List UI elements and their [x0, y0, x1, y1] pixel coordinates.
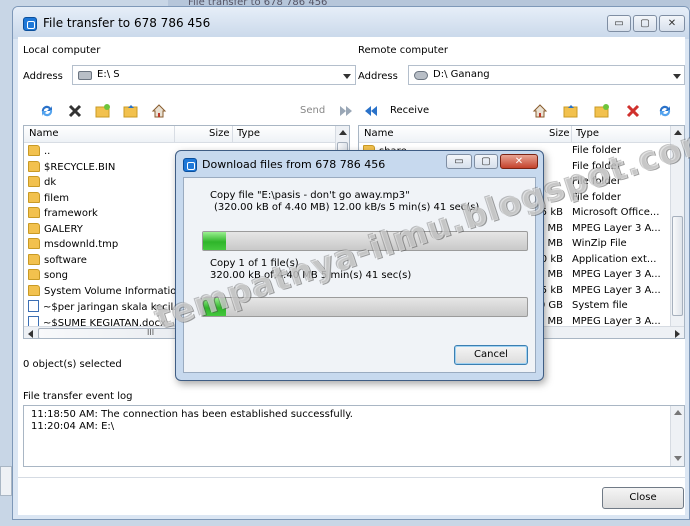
remote-col-name[interactable]: Name — [364, 128, 394, 139]
local-col-size[interactable]: Size — [209, 128, 230, 139]
local-computer-header: Local computer — [23, 45, 101, 56]
folder-icon — [28, 207, 40, 218]
file-name: framework — [44, 208, 98, 219]
file-type: MPEG Layer 3 A... — [572, 315, 661, 327]
send-label[interactable]: Send — [300, 105, 325, 116]
copy-file-text: Copy file "E:\pasis - don't go away.mp3" — [210, 190, 410, 201]
remote-address-combo[interactable]: D:\ Ganang — [408, 65, 685, 85]
scroll-up-icon[interactable] — [339, 130, 347, 135]
file-type: WinZip File — [572, 238, 627, 249]
file-type: System file — [572, 300, 628, 311]
scroll-left-icon[interactable] — [28, 330, 33, 338]
folder-icon — [28, 253, 40, 265]
refresh-icon[interactable] — [657, 103, 673, 119]
folder-icon — [28, 269, 40, 280]
log-scrollbar[interactable] — [670, 406, 684, 466]
dialog-title: Download files from 678 786 456 — [202, 158, 386, 171]
refresh-icon[interactable] — [39, 103, 55, 119]
folder-icon — [28, 191, 40, 203]
new-folder-icon[interactable] — [594, 103, 610, 119]
local-status: 0 object(s) selected — [23, 359, 122, 370]
scroll-down-icon[interactable] — [674, 456, 682, 461]
file-name: GALERY — [44, 223, 83, 235]
local-address-value: E:\ S — [97, 69, 120, 80]
teamviewer-icon — [23, 17, 37, 31]
folder-icon — [28, 222, 40, 234]
remote-column-header: Name Size Type — [359, 126, 670, 143]
network-drive-icon — [414, 71, 428, 80]
event-log-pane[interactable]: 11:18:50 AM: The connection has been est… — [23, 405, 685, 467]
chevron-down-icon[interactable] — [673, 74, 681, 79]
divider — [18, 477, 685, 478]
folder-icon — [28, 238, 40, 249]
drive-icon — [78, 71, 92, 80]
delete-icon[interactable] — [67, 103, 83, 119]
window-title: File transfer to 678 786 456 — [43, 16, 211, 30]
file-name: $RECYCLE.BIN — [44, 161, 116, 173]
remote-col-type[interactable]: Type — [576, 128, 599, 139]
dialog-minimize-button[interactable]: ▭ — [446, 154, 472, 169]
scroll-up-icon[interactable] — [674, 410, 682, 415]
file-name: dk — [44, 177, 57, 188]
file-type: Application ext... — [572, 253, 657, 265]
scroll-grip: III — [147, 328, 155, 337]
background-window-edge — [0, 466, 12, 496]
file-name: filem — [44, 192, 69, 204]
local-address-label: Address — [23, 71, 63, 82]
dialog-maximize-button[interactable]: ▢ — [474, 154, 498, 169]
teamviewer-icon — [183, 158, 197, 172]
file-name: .. — [44, 146, 51, 157]
folder-icon — [28, 160, 40, 172]
log-line: 11:20:04 AM: E:\ — [31, 421, 115, 432]
remote-address-label: Address — [358, 71, 398, 82]
close-button[interactable]: Close — [602, 487, 684, 509]
send-arrow-icon[interactable] — [339, 105, 353, 117]
chevron-down-icon[interactable] — [343, 74, 351, 79]
new-folder-icon[interactable] — [95, 103, 111, 119]
receive-label[interactable]: Receive — [390, 105, 429, 116]
event-log-header: File transfer event log — [23, 391, 133, 402]
event-log-lines: 11:18:50 AM: The connection has been est… — [31, 409, 353, 433]
folder-up-icon[interactable] — [123, 103, 139, 119]
file-progress-fill — [203, 232, 226, 250]
title-bar: File transfer to 678 786 456 ▭ ▢ ✕ — [13, 7, 689, 39]
remote-scroll-thumb[interactable] — [672, 216, 683, 316]
file-name: software — [44, 254, 87, 266]
remote-address-value: D:\ Ganang — [433, 69, 490, 80]
folder-up-icon[interactable] — [563, 103, 579, 119]
minimize-button[interactable]: ▭ — [607, 15, 631, 32]
log-line: 11:18:50 AM: The connection has been est… — [31, 409, 353, 420]
receive-arrow-icon[interactable] — [364, 105, 378, 117]
folder-icon — [28, 176, 40, 187]
local-col-name[interactable]: Name — [29, 128, 59, 139]
scroll-right-icon[interactable] — [675, 330, 680, 338]
file-type: Microsoft Office... — [572, 207, 660, 218]
local-address-combo[interactable]: E:\ S — [72, 65, 356, 85]
file-type: MPEG Layer 3 A... — [572, 284, 661, 296]
folder-icon — [28, 284, 40, 296]
cancel-button[interactable]: Cancel — [454, 345, 528, 365]
maximize-button[interactable]: ▢ — [633, 15, 657, 32]
home-icon[interactable] — [532, 103, 548, 119]
file-type: MPEG Layer 3 A... — [572, 222, 661, 234]
file-name: song — [44, 270, 69, 281]
local-column-header: Name Size Type — [24, 126, 335, 143]
file-name: msdownld.tmp — [44, 239, 119, 250]
local-col-type[interactable]: Type — [237, 128, 260, 139]
dialog-close-button[interactable]: ✕ — [500, 154, 538, 169]
remote-col-size[interactable]: Size — [549, 128, 570, 139]
file-type: MPEG Layer 3 A... — [572, 269, 661, 280]
word-doc-icon — [28, 300, 39, 312]
remote-computer-header: Remote computer — [358, 45, 448, 56]
close-window-button[interactable]: ✕ — [659, 15, 685, 32]
home-icon[interactable] — [151, 103, 167, 119]
folder-up-icon — [28, 145, 40, 156]
delete-icon[interactable] — [625, 103, 641, 119]
